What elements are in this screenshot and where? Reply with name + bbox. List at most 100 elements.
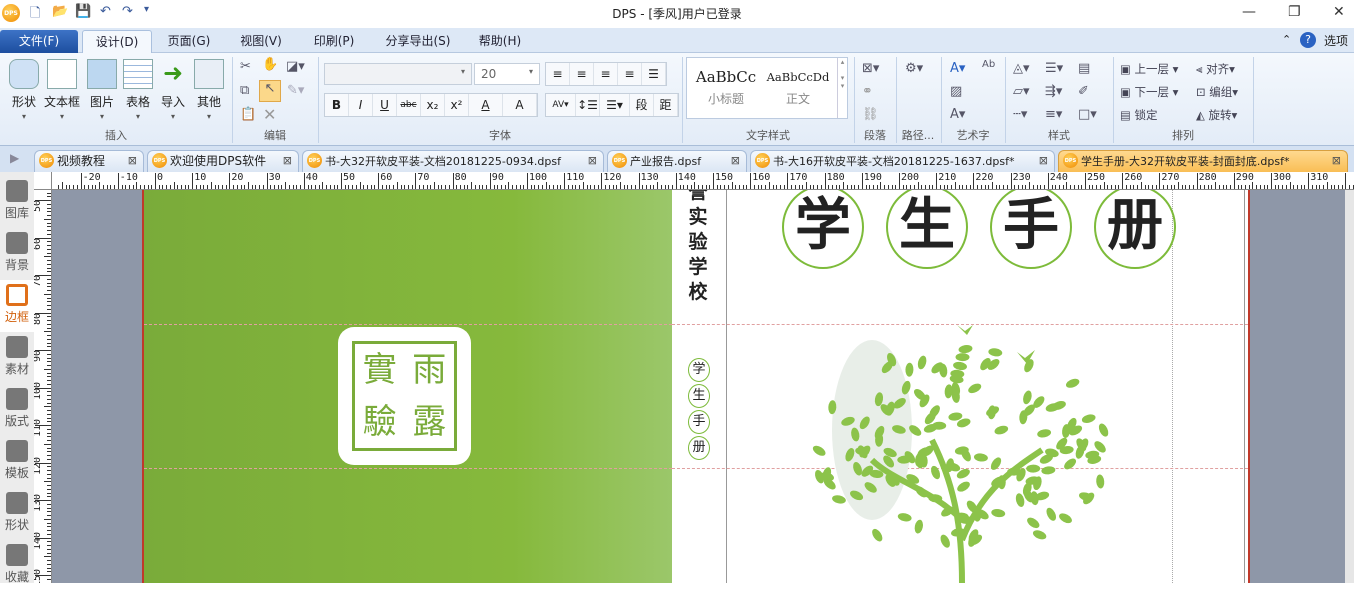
cut-icon[interactable]: ✂ xyxy=(240,59,251,74)
doc-tab-active[interactable]: DPS 学生手册-大32开软皮平装-封面封底.dpsf* ⊠ xyxy=(1058,150,1348,172)
restore-icon[interactable]: ❐ xyxy=(1288,4,1301,20)
align-button[interactable]: ⫷ 对齐▾ xyxy=(1196,61,1235,77)
style-gallery-scroll[interactable]: ▴ ▾ ▾ xyxy=(837,58,847,118)
sidebar-item[interactable]: 图库 xyxy=(0,176,34,228)
align-center-icon[interactable]: ≡ xyxy=(570,63,594,85)
hand-icon[interactable]: ✋ xyxy=(262,57,278,72)
cover-title[interactable]: 学生手册 xyxy=(782,190,1202,270)
tab-print[interactable]: 印刷(P) xyxy=(305,30,363,53)
text-flow-icon[interactable]: ⊠▾ xyxy=(862,61,879,76)
bring-forward-button[interactable]: ▣ 上一层 ▾ xyxy=(1120,61,1178,77)
close-tab-icon[interactable]: ⊠ xyxy=(588,151,597,171)
group-button[interactable]: ⊡ 编组▾ xyxy=(1196,84,1238,100)
tab-share-export[interactable]: 分享导出(S) xyxy=(378,30,458,53)
shape-button[interactable]: 形状 ▾ xyxy=(6,59,42,121)
link-icon[interactable]: ⚭ xyxy=(862,84,873,99)
format-painter-icon[interactable]: ◪▾ xyxy=(286,59,305,74)
spine-title[interactable]: 学生手册 xyxy=(688,358,710,462)
line-spacing-icon[interactable]: ↕☰ xyxy=(576,94,600,116)
indent-icon[interactable]: ☰▾ xyxy=(1045,61,1063,76)
shape-fill-icon[interactable]: □▾ xyxy=(1078,107,1097,122)
distribute-icon[interactable]: ☰ xyxy=(642,63,666,85)
align-right-icon[interactable]: ≡ xyxy=(594,63,618,85)
send-backward-button[interactable]: ▣ 下一层 ▾ xyxy=(1120,84,1178,100)
line-weight-icon[interactable]: ≡▾ xyxy=(1045,107,1062,122)
spine-school-name[interactable]: 誉实验学校 xyxy=(686,190,710,305)
arrow-style-icon[interactable]: ⇶▾ xyxy=(1045,84,1062,99)
tab-view[interactable]: 视图(V) xyxy=(232,30,290,53)
sidebar-item[interactable]: 收藏 xyxy=(0,540,34,592)
font-size-select[interactable]: 20 ▾ xyxy=(474,63,540,85)
close-tab-icon[interactable]: ⊠ xyxy=(1039,151,1048,171)
style-body[interactable]: AaBbCcDd 正文 xyxy=(763,70,833,107)
sidebar-item[interactable]: 边框 xyxy=(0,280,34,332)
table-button[interactable]: 表格 ▾ xyxy=(120,59,156,121)
sidebar-item[interactable]: 素材 xyxy=(0,332,34,384)
dash-style-icon[interactable]: ┄▾ xyxy=(1013,107,1027,122)
highlight-button[interactable]: A xyxy=(503,94,537,116)
sidebar-item[interactable]: 版式 xyxy=(0,384,34,436)
bold-button[interactable]: B xyxy=(325,94,349,116)
spacing-button[interactable]: 距 xyxy=(654,94,678,116)
underline-button[interactable]: U xyxy=(373,94,397,116)
expand-panel-icon[interactable]: ▶ xyxy=(10,151,19,165)
line-color-icon[interactable]: ▱▾ xyxy=(1013,84,1030,99)
node-edit-icon[interactable]: ✎▾ xyxy=(287,83,304,98)
path-icon[interactable]: ⚙▾ xyxy=(905,61,923,76)
doc-tab[interactable]: DPS 欢迎使用DPS软件 ⊠ xyxy=(147,150,299,172)
sidebar-item[interactable]: 形状 xyxy=(0,488,34,540)
close-tab-icon[interactable]: ⊠ xyxy=(128,151,137,171)
paste-icon[interactable]: 📋 xyxy=(240,107,256,122)
close-tab-icon[interactable]: ⊠ xyxy=(283,151,292,171)
school-seal-logo[interactable]: 實雨驗露 xyxy=(338,327,471,465)
font-color-button[interactable]: A xyxy=(469,94,503,116)
tree-illustration[interactable] xyxy=(812,320,1152,583)
rotate-button[interactable]: ◭ 旋转▾ xyxy=(1196,107,1237,123)
vertical-scrollbar[interactable] xyxy=(1345,190,1354,583)
brush-icon[interactable]: ✐ xyxy=(1078,84,1089,99)
close-icon[interactable]: ✕ xyxy=(1333,4,1345,20)
text-image-icon[interactable]: ▨ xyxy=(950,84,962,99)
doc-tab[interactable]: DPS 书-大16开软皮平装-文档20181225-1637.dpsf* ⊠ xyxy=(750,150,1055,172)
italic-button[interactable]: I xyxy=(349,94,373,116)
strikethrough-button[interactable]: abc xyxy=(397,94,421,116)
tab-file[interactable]: 文件(F) xyxy=(0,30,78,53)
align-left-icon[interactable]: ≡ xyxy=(546,63,570,85)
wordart-icon[interactable]: A▾ xyxy=(950,61,965,76)
image-button[interactable]: 图片 ▾ xyxy=(84,59,120,121)
import-button[interactable]: ➜ 导入 ▾ xyxy=(155,59,191,121)
doc-tab[interactable]: DPS 产业报告.dpsf ⊠ xyxy=(607,150,747,172)
justify-icon[interactable]: ≡ xyxy=(618,63,642,85)
subscript-button[interactable]: x₂ xyxy=(421,94,445,116)
help-icon[interactable]: ? xyxy=(1300,32,1316,48)
other-button[interactable]: 其他 ▾ xyxy=(191,59,227,121)
text-direction-icon[interactable]: Ab xyxy=(982,59,995,70)
horizontal-ruler[interactable]: -20 -10 0 10 20 30 40 50 60 70 80 90 100 110 120 130 140… xyxy=(52,172,1354,190)
tab-page[interactable]: 页面(G) xyxy=(160,30,218,53)
tab-help[interactable]: 帮助(H) xyxy=(470,30,530,53)
unlink-icon[interactable]: ⛓ xyxy=(862,107,879,122)
style-subtitle[interactable]: AaBbCc 小标题 xyxy=(691,68,761,107)
doc-tab[interactable]: DPS 书-大32开软皮平装-文档20181225-0934.dpsf ⊠ xyxy=(302,150,604,172)
text-shadow-icon[interactable]: A▾ xyxy=(950,107,965,122)
vertical-ruler[interactable]: 50 60 70 80 90 100 110 120 130 140 150 xyxy=(34,190,52,583)
tab-design[interactable]: 设计(D) xyxy=(82,30,152,53)
collapse-ribbon-icon[interactable]: ⌃ xyxy=(1282,33,1291,46)
delete-icon[interactable]: ✕ xyxy=(263,105,276,124)
font-family-select[interactable]: ▾ xyxy=(324,63,472,85)
paragraph-button[interactable]: 段 xyxy=(630,94,654,116)
select-pointer-icon[interactable]: ↖ xyxy=(259,80,281,102)
shadow-style-icon[interactable]: ▤ xyxy=(1078,61,1090,76)
char-spacing-icon[interactable]: AV▾ xyxy=(546,94,576,116)
sidebar-item[interactable]: 模板 xyxy=(0,436,34,488)
superscript-button[interactable]: x² xyxy=(445,94,469,116)
canvas[interactable]: 實雨驗露 誉实验学校 学生手册 学生手册 xyxy=(52,190,1345,583)
fill-color-icon[interactable]: ◬▾ xyxy=(1013,61,1030,76)
options-button[interactable]: 选项 xyxy=(1324,32,1348,49)
textbox-button[interactable]: 文本框 ▾ xyxy=(44,59,80,121)
doc-tab[interactable]: DPS 视频教程 ⊠ xyxy=(34,150,144,172)
lock-button[interactable]: ▤ 锁定 xyxy=(1120,107,1158,123)
list-icon[interactable]: ☰▾ xyxy=(600,94,630,116)
close-tab-icon[interactable]: ⊠ xyxy=(731,151,740,171)
sidebar-item[interactable]: 背景 xyxy=(0,228,34,280)
